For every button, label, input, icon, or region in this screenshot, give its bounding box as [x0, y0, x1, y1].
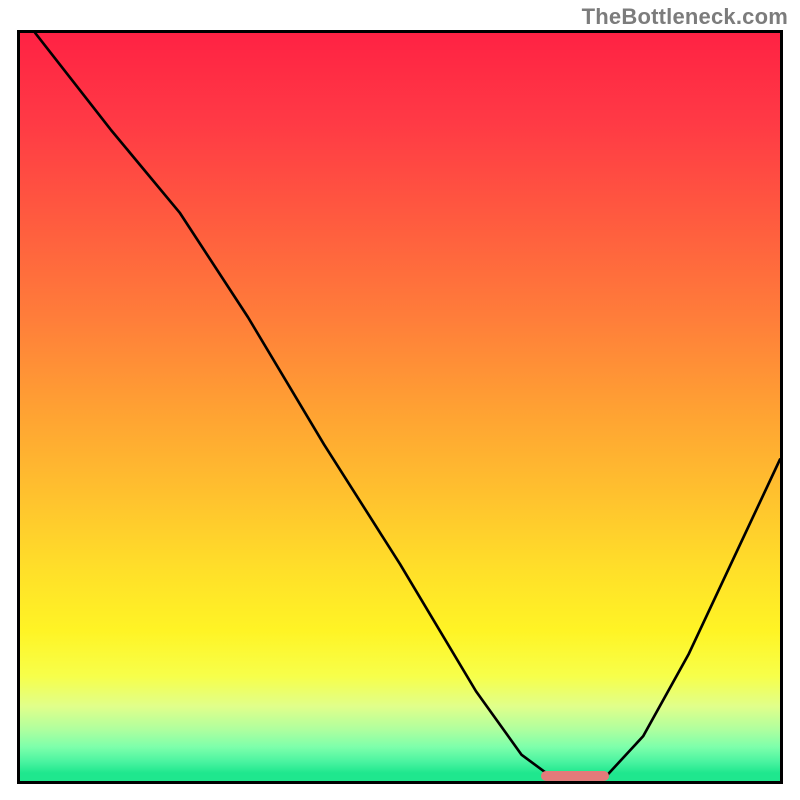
gradient-band: [20, 220, 780, 317]
gradient-band: [20, 747, 780, 762]
gradient-band: [20, 676, 780, 706]
gradient-band: [20, 773, 780, 780]
gradient-band: [20, 729, 780, 748]
gradient-band: [20, 572, 780, 632]
gradient-band: [20, 497, 780, 572]
chart-area: [17, 30, 783, 784]
gradient-band: [20, 762, 780, 773]
gradient-band: [20, 631, 780, 676]
gradient-band: [20, 123, 780, 220]
watermark-text: TheBottleneck.com: [582, 4, 788, 30]
optimal-marker: [541, 771, 609, 781]
gradient-band: [20, 706, 780, 728]
gradient-bands: [20, 33, 780, 781]
gradient-band: [20, 407, 780, 497]
gradient-band: [20, 317, 780, 407]
gradient-band: [20, 33, 780, 123]
